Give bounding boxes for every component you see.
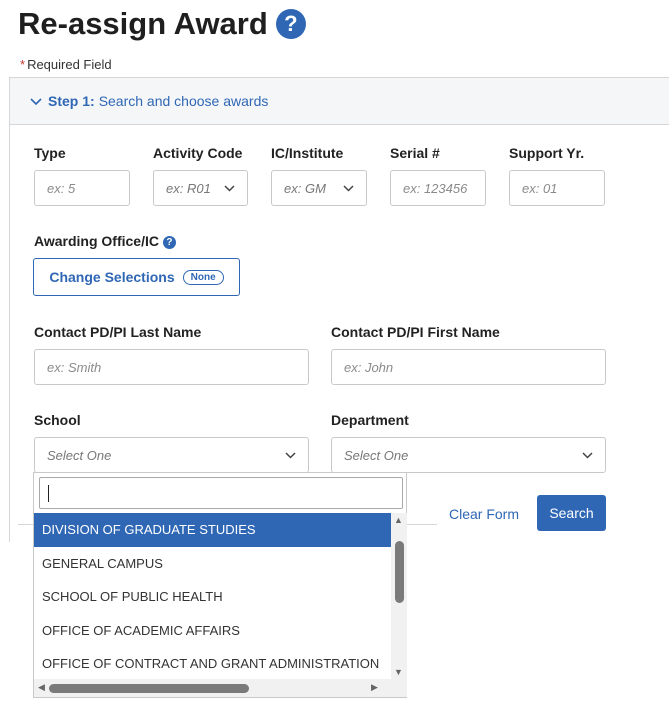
required-star: * bbox=[20, 57, 26, 72]
search-button[interactable]: Search bbox=[537, 495, 606, 531]
page-title-text: Re-assign Award bbox=[18, 6, 268, 41]
awarding-office-label: Awarding Office/IC? bbox=[34, 233, 176, 249]
chevron-down-icon bbox=[285, 448, 296, 462]
ic-institute-label: IC/Institute bbox=[271, 145, 344, 161]
required-field-text: Required Field bbox=[27, 57, 112, 72]
department-value: Select One bbox=[344, 447, 409, 463]
department-label: Department bbox=[331, 412, 409, 428]
dropdown-option[interactable]: OFFICE OF CONTRACT AND GRANT ADMINISTRAT… bbox=[34, 647, 391, 681]
step-header[interactable]: Step 1: Search and choose awards bbox=[10, 78, 669, 125]
support-yr-input[interactable] bbox=[509, 170, 605, 206]
pi-first-name-input[interactable] bbox=[331, 349, 606, 385]
dropdown-option[interactable]: OFFICE OF ACADEMIC AFFAIRS bbox=[34, 614, 391, 648]
scrollbar-thumb[interactable] bbox=[49, 684, 249, 693]
required-field-note: * Required Field bbox=[20, 57, 112, 72]
dropdown-options: DIVISION OF GRADUATE STUDIES GENERAL CAMP… bbox=[34, 513, 391, 681]
school-dropdown: DIVISION OF GRADUATE STUDIES GENERAL CAMP… bbox=[33, 472, 407, 698]
text-cursor bbox=[48, 485, 49, 502]
scroll-left-arrow-icon[interactable]: ◀ bbox=[38, 682, 45, 693]
serial-input[interactable] bbox=[390, 170, 486, 206]
activity-code-select[interactable]: ex: R01 bbox=[153, 170, 248, 206]
ic-institute-select[interactable]: ex: GM bbox=[271, 170, 367, 206]
help-icon[interactable]: ? bbox=[275, 9, 306, 39]
dropdown-option[interactable]: GENERAL CAMPUS bbox=[34, 547, 391, 581]
chevron-down-icon bbox=[30, 94, 42, 109]
pi-last-name-input[interactable] bbox=[34, 349, 309, 385]
page-title: Re-assign Award ? bbox=[18, 6, 306, 42]
type-input[interactable] bbox=[34, 170, 130, 206]
support-yr-label: Support Yr. bbox=[509, 145, 585, 161]
scroll-up-arrow-icon[interactable]: ▲ bbox=[394, 515, 403, 525]
pi-first-name-label: Contact PD/PI First Name bbox=[331, 324, 500, 340]
school-select[interactable]: Select One bbox=[34, 437, 309, 473]
dropdown-option[interactable]: DIVISION OF GRADUATE STUDIES bbox=[34, 513, 391, 547]
school-value: Select One bbox=[47, 447, 112, 463]
change-selections-label: Change Selections bbox=[49, 269, 175, 285]
school-label: School bbox=[34, 412, 81, 428]
pi-last-name-label: Contact PD/PI Last Name bbox=[34, 324, 202, 340]
chevron-down-icon bbox=[582, 448, 593, 462]
scroll-right-arrow-icon[interactable]: ▶ bbox=[371, 682, 378, 693]
ic-institute-value: ex: GM bbox=[284, 180, 326, 196]
change-selections-button[interactable]: Change Selections None bbox=[33, 258, 240, 296]
vertical-scrollbar[interactable]: ▲ ▼ bbox=[391, 513, 407, 679]
type-label: Type bbox=[34, 145, 66, 161]
help-icon[interactable]: ? bbox=[162, 236, 176, 249]
dropdown-option[interactable]: SCHOOL OF PUBLIC HEALTH bbox=[34, 580, 391, 614]
divider bbox=[405, 524, 437, 525]
dropdown-search-input[interactable] bbox=[39, 477, 403, 509]
chevron-down-icon bbox=[343, 181, 354, 195]
scroll-down-arrow-icon[interactable]: ▼ bbox=[394, 667, 403, 677]
activity-code-value: ex: R01 bbox=[166, 180, 211, 196]
awarding-office-label-text: Awarding Office/IC bbox=[34, 233, 159, 249]
clear-form-link[interactable]: Clear Form bbox=[449, 506, 519, 522]
step-number: Step 1: bbox=[48, 93, 95, 109]
step-title: Search and choose awards bbox=[98, 93, 269, 109]
scrollbar-thumb[interactable] bbox=[395, 541, 404, 603]
department-select[interactable]: Select One bbox=[331, 437, 606, 473]
chevron-down-icon bbox=[224, 181, 235, 195]
activity-code-label: Activity Code bbox=[153, 145, 243, 161]
selection-count-badge: None bbox=[182, 269, 224, 285]
serial-label: Serial # bbox=[390, 145, 440, 161]
horizontal-scrollbar[interactable]: ◀ ▶ bbox=[34, 679, 407, 697]
